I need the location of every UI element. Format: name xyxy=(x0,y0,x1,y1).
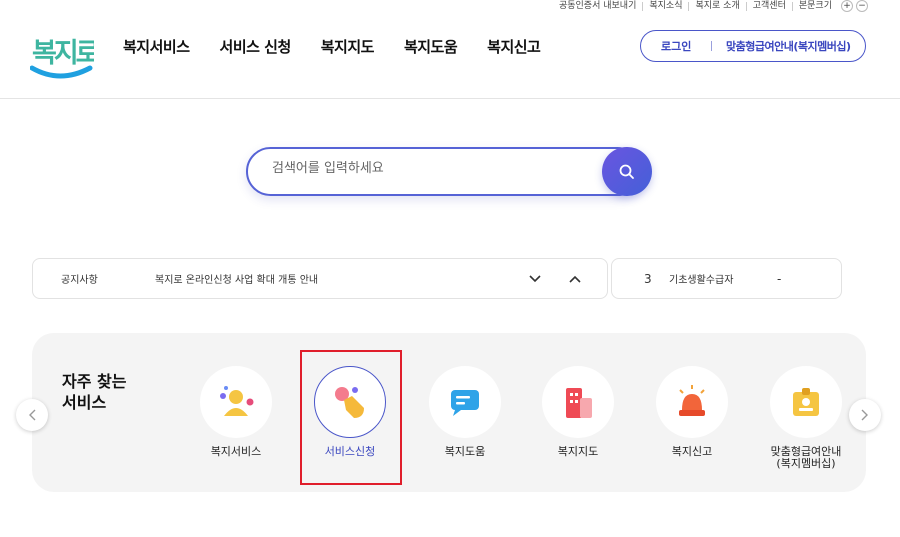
search-button[interactable] xyxy=(602,147,652,196)
nav-service-apply[interactable]: 서비스 신청 xyxy=(220,36,292,57)
frequent-services: 자주 찾는 서비스 복지서비스 서비스신청 복지도움 복지지도 복지신고 맞춤형… xyxy=(32,333,866,492)
carousel-next-button[interactable] xyxy=(849,399,881,431)
status-box[interactable]: 3 기초생활수급자 - xyxy=(611,258,842,299)
chevron-down-icon xyxy=(529,274,541,282)
chat-bubble-icon xyxy=(429,366,501,438)
status-label: 기초생활수급자 xyxy=(669,275,734,286)
util-cert-export[interactable]: 공동인증서 내보내기 xyxy=(553,1,642,11)
notice-label: 공지사항 xyxy=(61,275,98,286)
login-pill: 로그인 맞춤형급여안내(복지멤버십) xyxy=(640,30,866,62)
search-icon xyxy=(619,164,634,179)
search-bar xyxy=(246,147,652,196)
frequent-services-title: 자주 찾는 서비스 xyxy=(62,372,127,412)
notice-next-button[interactable] xyxy=(515,274,555,283)
service-label: 복지서비스 xyxy=(210,445,262,458)
util-news[interactable]: 복지소식 xyxy=(642,1,688,11)
zoom-in-button[interactable]: + xyxy=(841,0,853,12)
logo-icon: 복지로 xyxy=(29,38,103,79)
service-label: 복지도움 xyxy=(444,445,486,458)
chevron-right-icon xyxy=(861,409,868,421)
main-nav: 복지서비스 서비스 신청 복지지도 복지도움 복지신고 xyxy=(123,36,541,57)
siren-icon xyxy=(656,366,728,438)
status-value: - xyxy=(777,271,782,286)
pill-divider xyxy=(711,41,712,51)
svg-text:복지로: 복지로 xyxy=(32,38,94,69)
person-icon xyxy=(200,366,272,438)
util-about[interactable]: 복지로 소개 xyxy=(688,1,745,11)
util-customer-center[interactable]: 고객센터 xyxy=(745,1,792,11)
notice-prev-button[interactable] xyxy=(555,275,595,283)
nav-welfare-help[interactable]: 복지도움 xyxy=(404,36,458,57)
zoom-out-button[interactable]: − xyxy=(856,0,868,12)
service-welfare-service[interactable]: 복지서비스 xyxy=(181,366,291,458)
service-welfare-map[interactable]: 복지지도 xyxy=(523,366,633,458)
nav-welfare-map[interactable]: 복지지도 xyxy=(321,36,375,57)
membership-guide-button[interactable]: 맞춤형급여안내(복지멤버십) xyxy=(726,38,851,54)
login-button[interactable]: 로그인 xyxy=(641,38,711,54)
util-text-size-label: 본문크기 xyxy=(791,1,838,11)
service-welfare-help[interactable]: 복지도움 xyxy=(410,366,520,458)
search-input[interactable] xyxy=(272,161,572,176)
id-badge-icon xyxy=(770,366,842,438)
notice-text[interactable]: 복지로 온라인신청 사업 확대 개통 안내 xyxy=(155,271,515,286)
building-icon xyxy=(542,366,614,438)
service-label: 복지신고 xyxy=(671,445,713,458)
service-welfare-report[interactable]: 복지신고 xyxy=(637,366,747,458)
header: 복지로 복지서비스 서비스 신청 복지지도 복지도움 복지신고 로그인 맞춤형급… xyxy=(0,12,900,99)
utility-bar: 공동인증서 내보내기 복지소식 복지로 소개 고객센터 본문크기 + − xyxy=(553,0,868,12)
nav-welfare-report[interactable]: 복지신고 xyxy=(487,36,541,57)
service-label: 맞춤형급여안내 (복지멤버십) xyxy=(770,445,842,470)
logo[interactable]: 복지로 xyxy=(29,28,103,86)
notice-bar: 공지사항 복지로 온라인신청 사업 확대 개통 안내 xyxy=(32,258,608,299)
nav-welfare-service[interactable]: 복지서비스 xyxy=(123,36,190,57)
status-number: 3 xyxy=(644,271,652,286)
chevron-up-icon xyxy=(569,275,581,283)
highlight-box xyxy=(300,350,402,485)
chevron-left-icon xyxy=(29,409,36,421)
service-label: 복지지도 xyxy=(557,445,599,458)
carousel-prev-button[interactable] xyxy=(16,399,48,431)
service-membership-guide[interactable]: 맞춤형급여안내 (복지멤버십) xyxy=(751,366,861,470)
